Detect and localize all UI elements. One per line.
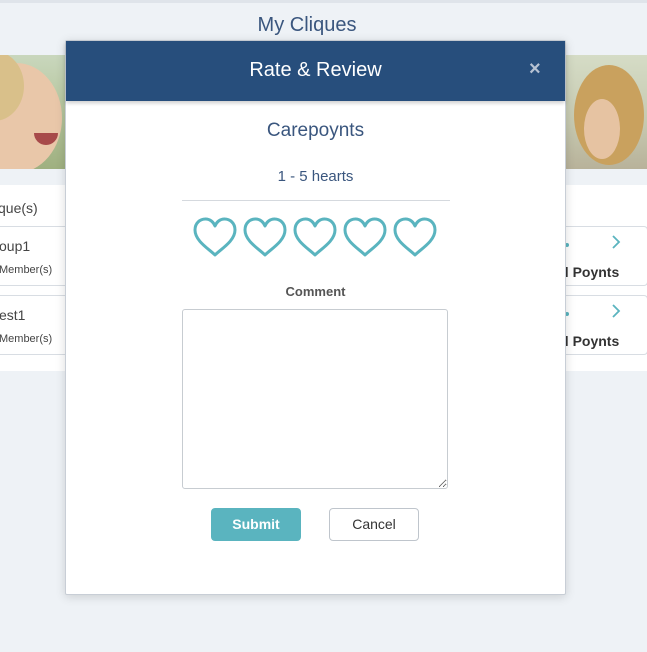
heart-outline-icon[interactable] xyxy=(192,217,238,259)
clique-name: oup1 xyxy=(0,238,31,254)
close-icon[interactable]: × xyxy=(529,57,541,81)
clique-card-right[interactable]: al Poynts xyxy=(557,226,647,286)
comment-label: Comment xyxy=(285,284,346,299)
cancel-button[interactable]: Cancel xyxy=(329,508,419,541)
provider-name: Carepoynts xyxy=(266,120,365,141)
hero-image-left xyxy=(0,55,66,169)
total-poynts-label: al Poynts xyxy=(557,264,620,280)
modal-header: Rate & Review × xyxy=(66,41,565,101)
clique-card-right[interactable]: al Poynts xyxy=(557,295,647,355)
heart-outline-icon[interactable] xyxy=(242,217,288,259)
chevron-right-icon[interactable] xyxy=(611,303,621,324)
page-title: My Cliques xyxy=(257,14,357,36)
clique-name: est1 xyxy=(0,307,26,323)
comment-textarea[interactable] xyxy=(182,309,448,489)
clique-card[interactable]: oup1 Member(s) xyxy=(0,226,70,286)
rating-hint: 1 - 5 hearts xyxy=(277,168,354,185)
clique-members: Member(s) xyxy=(0,264,53,276)
hero-image-right xyxy=(564,55,647,169)
total-poynts-label: al Poynts xyxy=(557,333,620,349)
heart-rating xyxy=(192,217,442,259)
heart-outline-icon[interactable] xyxy=(342,217,388,259)
heart-outline-icon[interactable] xyxy=(392,217,438,259)
submit-button[interactable]: Submit xyxy=(211,508,301,541)
clique-members: Member(s) xyxy=(0,333,53,345)
modal-title: Rate & Review xyxy=(249,59,382,81)
clique-card[interactable]: est1 Member(s) xyxy=(0,295,70,355)
cliques-count-label: que(s) xyxy=(0,200,38,216)
rate-review-modal: Rate & Review × Carepoynts 1 - 5 hearts … xyxy=(65,40,566,595)
top-border xyxy=(0,0,647,3)
heart-outline-icon[interactable] xyxy=(292,217,338,259)
chevron-right-icon[interactable] xyxy=(611,234,621,255)
divider xyxy=(182,200,450,201)
